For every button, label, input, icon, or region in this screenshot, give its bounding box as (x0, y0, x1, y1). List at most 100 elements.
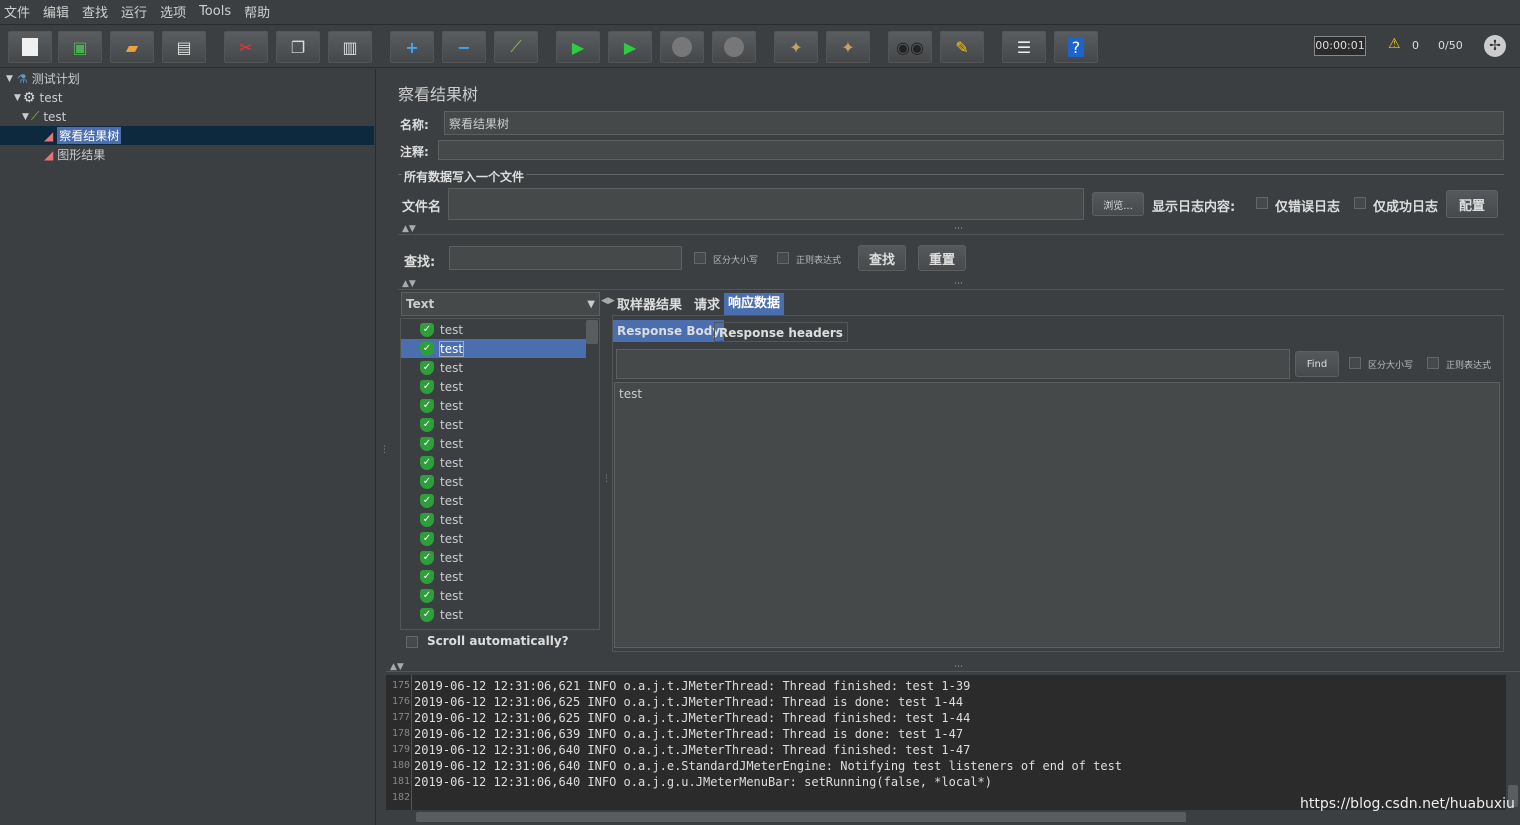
sample-result-row[interactable]: ✓ test (401, 358, 586, 377)
configure-button[interactable]: 配置 (1446, 190, 1498, 218)
tab-response-data[interactable]: 响应数据 (724, 293, 785, 315)
save-icon[interactable]: ▤ (162, 31, 206, 63)
browse-button[interactable]: 浏览... (1092, 192, 1144, 216)
panel-title: 察看结果树 (398, 85, 479, 104)
sample-result-row[interactable]: ✓ test (401, 377, 586, 396)
watermark: https://blog.csdn.net/huabuxiu (1300, 796, 1515, 812)
warning-icon[interactable]: ⚠ (1388, 36, 1401, 52)
menu-options[interactable]: 选项 (160, 2, 186, 21)
sample-result-row[interactable]: ✓ test (401, 396, 586, 415)
success-shield-icon: ✓ (420, 436, 434, 451)
toggle-icon[interactable]: ⟋ (494, 31, 538, 63)
collapse-arrows-icon[interactable]: ▲▼ (402, 224, 416, 234)
start-icon[interactable]: ▶ (556, 31, 600, 63)
reset-button[interactable]: 重置 (918, 245, 966, 271)
case-sensitive-label: 区分大小写 (713, 256, 759, 266)
paste-icon[interactable]: ▥ (328, 31, 372, 63)
name-input[interactable]: 察看结果树 (444, 111, 1504, 135)
sample-result-row[interactable]: ✓ test (401, 529, 586, 548)
reset-search-icon[interactable]: ✎ (940, 31, 984, 63)
menu-run[interactable]: 运行 (121, 2, 147, 21)
renderer-select[interactable]: Text ▼ (401, 292, 600, 316)
log-viewer[interactable]: 175 2019-06-12 12:31:06,621 INFO o.a.j.t.… (386, 675, 1506, 810)
sample-result-row[interactable]: ✓ test (401, 586, 586, 605)
help-icon[interactable]: ? (1054, 31, 1098, 63)
subtab-response-headers[interactable]: Response headers (714, 322, 848, 342)
regex-checkbox[interactable] (777, 252, 789, 264)
drag-handle-icon[interactable]: ⋯ (954, 279, 963, 289)
regex-label: 正则表达式 (796, 256, 842, 266)
templates-icon[interactable]: ▣ (58, 31, 102, 63)
case-sensitive-checkbox[interactable] (694, 252, 706, 264)
new-icon[interactable] (8, 31, 52, 63)
scroll-auto-checkbox[interactable] (406, 636, 418, 648)
collapse-arrows-icon[interactable]: ▲▼ (402, 279, 416, 289)
sample-result-row[interactable]: ✓ test (401, 339, 586, 358)
sample-result-row[interactable]: ✓ test (401, 605, 586, 624)
find-button[interactable]: Find (1295, 351, 1339, 377)
sample-result-row[interactable]: ✓ test (401, 567, 586, 586)
search-icon[interactable]: ◉◉ (888, 31, 932, 63)
sample-result-row[interactable]: ✓ test (401, 415, 586, 434)
listener-icon: ◢ (44, 128, 54, 143)
menu-search[interactable]: 查找 (82, 2, 108, 21)
list-scrollbar-thumb[interactable] (586, 320, 598, 344)
log-horizontal-scrollbar[interactable] (386, 810, 1506, 825)
function-helper-icon[interactable]: ☰ (1002, 31, 1046, 63)
sample-label: test (440, 493, 464, 508)
sample-result-row[interactable]: ✓ test (401, 510, 586, 529)
sample-result-row[interactable]: ✓ test (401, 472, 586, 491)
cut-icon[interactable]: ✂ (224, 31, 268, 63)
subtab-response-body[interactable]: Response Body (613, 320, 725, 342)
splitter-handle-icon[interactable]: ⋮ (602, 474, 611, 484)
sample-result-row[interactable]: ✓ test (401, 548, 586, 567)
menu-help[interactable]: 帮助 (244, 2, 270, 21)
sample-result-row[interactable]: ✓ test (401, 434, 586, 453)
clear-icon[interactable]: ✦ (774, 31, 818, 63)
tree-node-test-plan[interactable]: ▼ ⚗ 测试计划 (6, 69, 80, 88)
search-button[interactable]: 查找 (858, 245, 906, 271)
sample-result-row[interactable]: ✓ test (401, 453, 586, 472)
case-sensitive-checkbox-2[interactable] (1349, 357, 1361, 369)
tree-node-sampler[interactable]: ▼ ⟋ test (22, 107, 66, 126)
sample-result-row[interactable]: ✓ test (401, 491, 586, 510)
test-plan-tree: ▼ ⚗ 测试计划 ▼ ⚙ test ▼ ⟋ test ◢ 察看结果树 ◢ 图形结… (0, 69, 376, 825)
errors-only-checkbox[interactable] (1256, 197, 1268, 209)
clear-all-icon[interactable]: ✦ (826, 31, 870, 63)
expand-icon[interactable]: + (390, 31, 434, 63)
expand-arrow-icon[interactable]: ▼ (22, 112, 29, 122)
sample-result-row[interactable]: ✓ test (401, 320, 586, 339)
tab-request[interactable]: 请求 (690, 295, 724, 317)
filename-input[interactable] (448, 188, 1084, 220)
copy-icon[interactable]: ❐ (276, 31, 320, 63)
stop-icon[interactable] (660, 31, 704, 63)
menu-edit[interactable]: 编辑 (43, 2, 69, 21)
tree-node-graph-results[interactable]: ◢ 图形结果 (44, 145, 105, 164)
drag-handle-icon[interactable]: ⋯ (954, 224, 963, 234)
success-shield-icon: ✓ (420, 588, 434, 603)
collapse-icon[interactable]: − (442, 31, 486, 63)
expand-arrow-icon[interactable]: ▼ (14, 93, 21, 103)
success-only-label: 仅成功日志 (1373, 200, 1439, 215)
search-input[interactable] (449, 246, 682, 270)
sample-label: test (440, 322, 464, 337)
comment-input[interactable] (438, 140, 1504, 160)
remote-engine-icon[interactable]: ✢ (1484, 35, 1506, 57)
vertical-splitter[interactable]: ⋮ (376, 69, 389, 825)
find-input[interactable] (616, 349, 1290, 379)
tree-node-view-results-tree[interactable]: ◢ 察看结果树 (0, 126, 374, 145)
success-shield-icon: ✓ (420, 569, 434, 584)
open-icon[interactable]: ▰ (110, 31, 154, 63)
tree-node-thread-group[interactable]: ▼ ⚙ test (14, 88, 63, 107)
log-line: 178 2019-06-12 12:31:06,639 INFO o.a.j.t.… (386, 726, 963, 742)
menu-file[interactable]: 文件 (4, 2, 30, 21)
tab-sampler-result[interactable]: 取样器结果 (613, 295, 686, 317)
menu-tools[interactable]: Tools (199, 4, 231, 19)
log-vertical-scrollbar[interactable] (1506, 675, 1520, 810)
regex-checkbox-2[interactable] (1427, 357, 1439, 369)
start-no-pause-icon[interactable]: ▶ (608, 31, 652, 63)
success-only-checkbox[interactable] (1354, 197, 1366, 209)
expand-arrow-icon[interactable]: ▼ (6, 74, 13, 84)
response-body-text[interactable]: test (614, 382, 1500, 648)
shutdown-icon[interactable] (712, 31, 756, 63)
